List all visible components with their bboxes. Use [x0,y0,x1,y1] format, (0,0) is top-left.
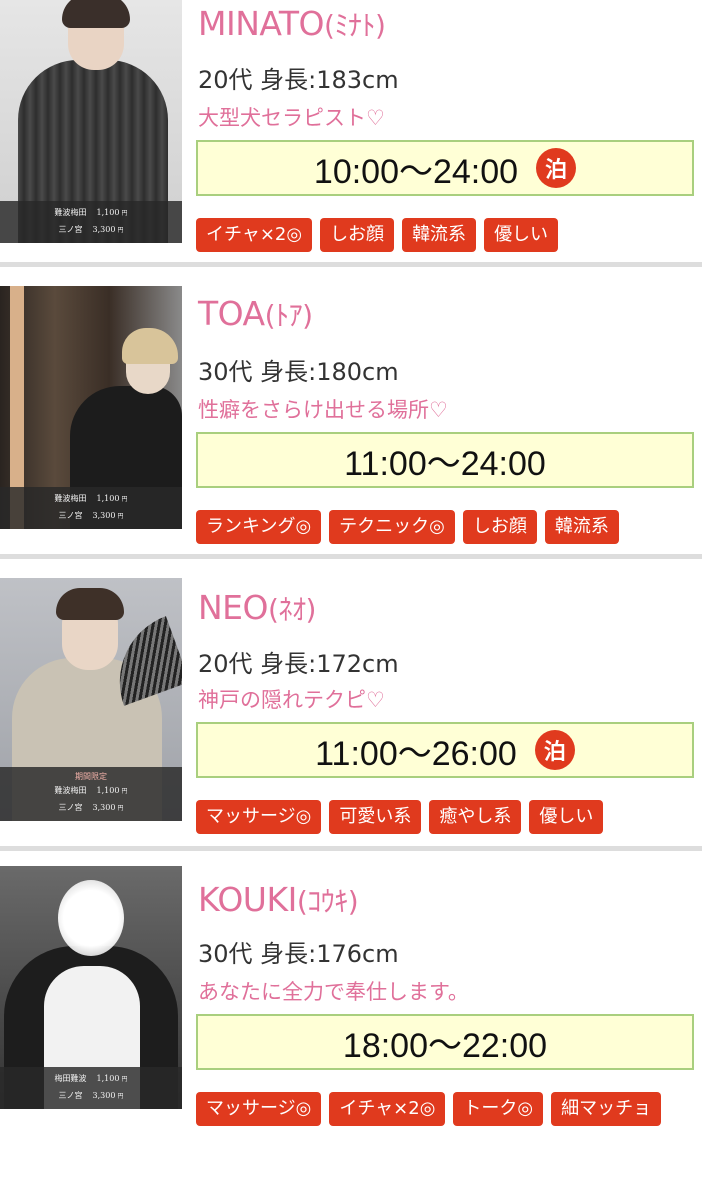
cast-catchphrase: 大型犬セラピスト♡ [198,106,385,130]
tag[interactable]: 可愛い系 [329,800,422,834]
cast-name[interactable]: KOUKI(ｺｳｷ) [198,880,359,920]
tag[interactable]: イチャ×2◎ [329,1092,446,1126]
cast-card-neo[interactable]: 期間限定 難波梅田 1,100 円 三ノ宮 3,300 円 NEO(ﾈｵ) 20代 身長… [0,572,702,844]
tag[interactable]: 韓流系 [402,218,477,252]
cast-stats: 20代 身長:172cm [198,650,399,678]
cast-name[interactable]: TOA(ﾄｱ) [198,294,313,334]
price-overlay: 難波梅田 1,100 円 三ノ宮 3,300 円 [0,201,182,243]
tag[interactable]: 優しい [484,218,559,252]
tag[interactable]: 韓流系 [544,510,619,544]
working-hours: 11:00〜26:00 泊 [196,722,694,778]
cast-photo[interactable]: 期間限定 難波梅田 1,100 円 三ノ宮 3,300 円 [0,578,182,821]
tag[interactable]: イチャ×2◎ [196,218,313,252]
cast-catchphrase: あなたに全力で奉仕します。 [198,980,469,1004]
tag[interactable]: 細マッチョ [551,1092,662,1126]
cast-catchphrase: 性癖をさらけ出せる場所♡ [198,398,448,422]
tag[interactable]: 優しい [529,800,604,834]
tag[interactable]: ランキング◎ [196,510,322,544]
cast-name[interactable]: NEO(ﾈｵ) [198,588,316,628]
overnight-badge: 泊 [536,148,577,188]
cast-stats: 20代 身長:183cm [198,66,399,94]
cast-stats: 30代 身長:176cm [198,940,399,968]
divider [0,846,702,851]
cast-photo[interactable]: 難波梅田 1,100 円 三ノ宮 3,300 円 [0,286,182,529]
divider [0,262,702,267]
cast-card-toa[interactable]: 難波梅田 1,100 円 三ノ宮 3,300 円 TOA(ﾄｱ) 30代 身長:180c… [0,282,702,552]
tag-list: ランキング◎ テクニック◎ しお顔 韓流系 [196,510,696,544]
tag[interactable]: マッサージ◎ [196,1092,322,1126]
cast-stats: 30代 身長:180cm [198,358,399,386]
working-hours: 11:00〜24:00 [196,432,694,488]
cast-card-kouki[interactable]: 梅田難波 1,100 円 三ノ宮 3,300 円 KOUKI(ｺｳｷ) 30代 身長:1… [0,866,702,1196]
tag[interactable]: しお顔 [462,510,537,544]
tag[interactable]: マッサージ◎ [196,800,322,834]
tag-list: イチャ×2◎ しお顔 韓流系 優しい [196,218,696,252]
cast-photo[interactable]: 難波梅田 1,100 円 三ノ宮 3,300 円 [0,0,182,243]
tag[interactable]: しお顔 [320,218,395,252]
working-hours: 18:00〜22:00 [196,1014,694,1070]
working-hours: 10:00〜24:00 泊 [196,140,694,196]
price-overlay: 難波梅田 1,100 円 三ノ宮 3,300 円 [0,487,182,529]
overnight-badge: 泊 [534,730,575,770]
cast-photo[interactable]: 梅田難波 1,100 円 三ノ宮 3,300 円 [0,866,182,1109]
tag-list: マッサージ◎ イチャ×2◎ トーク◎ 細マッチョ [196,1092,696,1126]
price-overlay: 期間限定 難波梅田 1,100 円 三ノ宮 3,300 円 [0,767,182,821]
tag[interactable]: テクニック◎ [329,510,455,544]
cast-catchphrase: 神戸の隠れテクピ♡ [198,688,385,712]
divider [0,554,702,559]
tag[interactable]: トーク◎ [453,1092,544,1126]
tag-list: マッサージ◎ 可愛い系 癒やし系 優しい [196,800,696,834]
cast-card-minato[interactable]: 難波梅田 1,100 円 三ノ宮 3,300 円 MINATO(ﾐﾅﾄ) 20代 身長:… [0,0,702,262]
price-overlay: 梅田難波 1,100 円 三ノ宮 3,300 円 [0,1067,182,1109]
cast-name[interactable]: MINATO(ﾐﾅﾄ) [198,4,386,44]
tag[interactable]: 癒やし系 [429,800,522,834]
